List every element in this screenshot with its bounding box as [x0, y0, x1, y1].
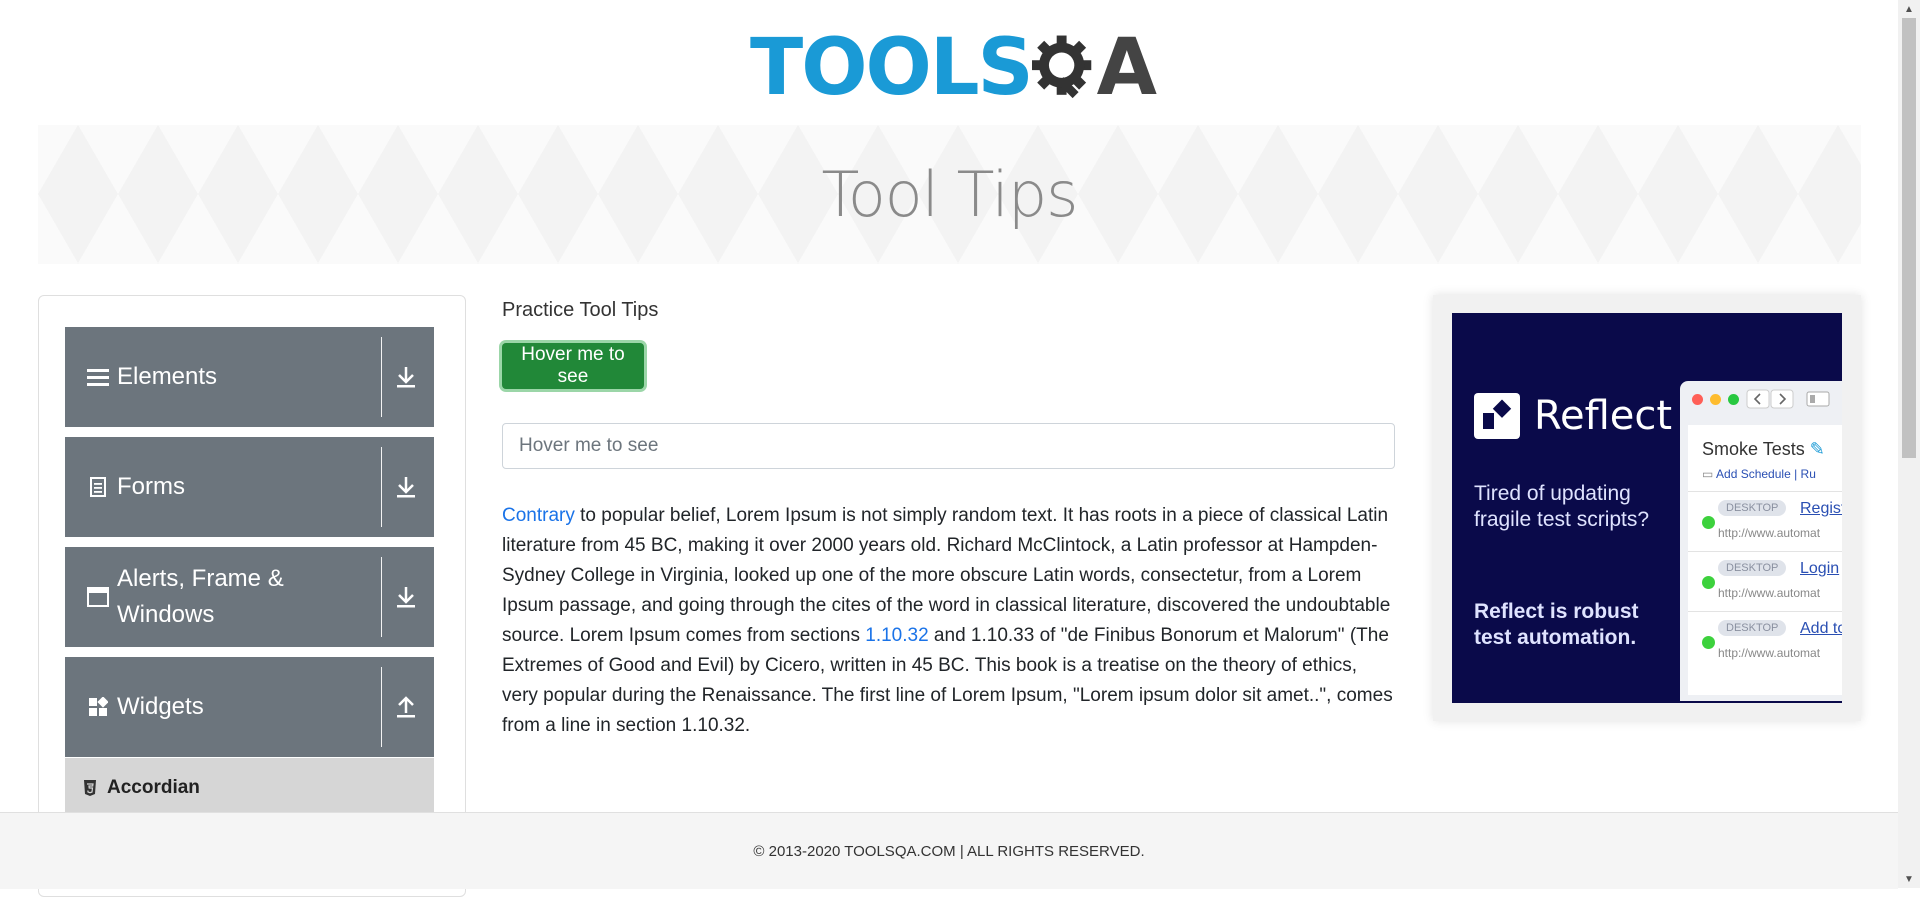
card-links: ▭ Add Schedule | Ru: [1702, 467, 1816, 481]
footer: © 2013-2020 TOOLSQA.COM | ALL RIGHTS RES…: [0, 812, 1898, 889]
upload-arrow-icon[interactable]: [395, 657, 417, 757]
logo-text-a: A: [1096, 23, 1157, 113]
window-icon: [85, 587, 111, 607]
sidebar: Elements Forms Alerts, Frame & Windows W…: [38, 295, 466, 897]
divider: [381, 557, 382, 637]
status-dot-icon: [1702, 636, 1715, 649]
ad-tagline-bold: Reflect is robust test automation.: [1474, 600, 1639, 649]
page-banner: Tool Tips: [38, 125, 1861, 264]
close-dot-icon: [1692, 393, 1703, 405]
section-link[interactable]: 1.10.32: [865, 625, 928, 646]
maximize-dot-icon: [1728, 393, 1739, 405]
sidebar-item-accordian[interactable]: Accordian: [65, 758, 434, 818]
widgets-icon: [85, 697, 111, 717]
reflect-logo-icon: [1474, 393, 1520, 439]
test-row: DESKTOP Add to http://www.automat: [1688, 611, 1842, 670]
ad-test-card: Smoke Tests ✎ ▭ Add Schedule | Ru DESKTO…: [1688, 425, 1842, 695]
tooltip-button[interactable]: Hover me to see: [502, 343, 644, 389]
scroll-down-arrow-icon[interactable]: ▼: [1898, 870, 1920, 888]
gear-magnifier-icon: [1031, 35, 1091, 99]
toolsqa-logo[interactable]: TOOLS A: [750, 18, 1157, 118]
sidebar-group-label: Forms: [117, 473, 185, 500]
pencil-icon: ✎: [1809, 439, 1825, 459]
test-url: http://www.automat: [1718, 526, 1821, 540]
test-row: DESKTOP Login http://www.automat: [1688, 551, 1842, 610]
minimize-dot-icon: [1710, 393, 1721, 405]
sidebar-group-label: Elements: [117, 363, 218, 390]
copyright-text: © 2013-2020 TOOLSQA.COM | ALL RIGHTS RES…: [753, 842, 1145, 860]
test-link: Add to: [1800, 620, 1842, 637]
status-dot-icon: [1702, 516, 1715, 529]
card-title: Smoke Tests ✎: [1702, 439, 1825, 460]
test-link: Registr: [1800, 500, 1842, 517]
scroll-up-arrow-icon[interactable]: ▲: [1898, 0, 1920, 18]
section-heading: Practice Tool Tips: [502, 299, 659, 321]
sidebar-group-label: Widgets: [117, 693, 204, 720]
divider: [381, 667, 382, 747]
status-dot-icon: [1702, 576, 1715, 589]
test-url: http://www.automat: [1718, 646, 1821, 660]
ad-tagline: Tired of updating fragile test scripts?: [1474, 482, 1650, 531]
sidebar-group-alerts-frame-windows[interactable]: Alerts, Frame & Windows: [65, 547, 434, 647]
sidebar-group-label: Alerts, Frame & Windows: [117, 565, 284, 628]
hamburger-icon: [85, 367, 111, 387]
platform-badge: DESKTOP: [1718, 500, 1787, 516]
divider: [381, 337, 382, 417]
contrary-link[interactable]: Contrary: [502, 505, 575, 526]
reflect-brand-name: Reflect: [1534, 393, 1673, 439]
divider: [381, 447, 382, 527]
download-arrow-icon[interactable]: [395, 437, 417, 537]
page-title: Tool Tips: [821, 158, 1079, 231]
tooltip-paragraph: Contrary to popular belief, Lorem Ipsum …: [502, 501, 1395, 741]
reflect-logo: Reflect: [1474, 393, 1672, 439]
calendar-icon: ▭: [1702, 467, 1714, 481]
tooltip-text-field[interactable]: [502, 423, 1395, 469]
sidebar-group-elements[interactable]: Elements: [65, 327, 434, 427]
scrollbar-thumb[interactable]: [1902, 18, 1916, 458]
sidebar-group-forms[interactable]: Forms: [65, 437, 434, 537]
download-arrow-icon[interactable]: [395, 327, 417, 427]
card-title-text: Smoke Tests: [1702, 439, 1805, 459]
ad-banner[interactable]: Reflect Tired of updating fragile test s…: [1452, 313, 1842, 703]
advertisement[interactable]: Reflect Tired of updating fragile test s…: [1433, 295, 1861, 721]
window-titlebar: [1680, 381, 1842, 417]
sidebar-group-widgets[interactable]: Widgets: [65, 657, 434, 757]
sidebar-item-label: Accordian: [107, 777, 200, 798]
test-url: http://www.automat: [1718, 586, 1821, 600]
ad-browser-window: Smoke Tests ✎ ▭ Add Schedule | Ru DESKTO…: [1680, 381, 1842, 701]
test-row: DESKTOP Registr http://www.automat: [1688, 491, 1842, 550]
download-arrow-icon[interactable]: [395, 547, 417, 647]
sidebar-toggle-icon: [1806, 391, 1830, 407]
test-link: Login: [1800, 560, 1840, 577]
logo-text-tools: TOOLS: [750, 23, 1034, 113]
card-links-text: Add Schedule | Ru: [1716, 467, 1816, 481]
document-icon: [85, 477, 111, 497]
platform-badge: DESKTOP: [1718, 560, 1787, 576]
html5-icon: [83, 780, 97, 796]
nav-arrows-icon: [1746, 389, 1794, 409]
platform-badge: DESKTOP: [1718, 620, 1787, 636]
vertical-scrollbar[interactable]: ▲ ▼: [1898, 0, 1920, 888]
